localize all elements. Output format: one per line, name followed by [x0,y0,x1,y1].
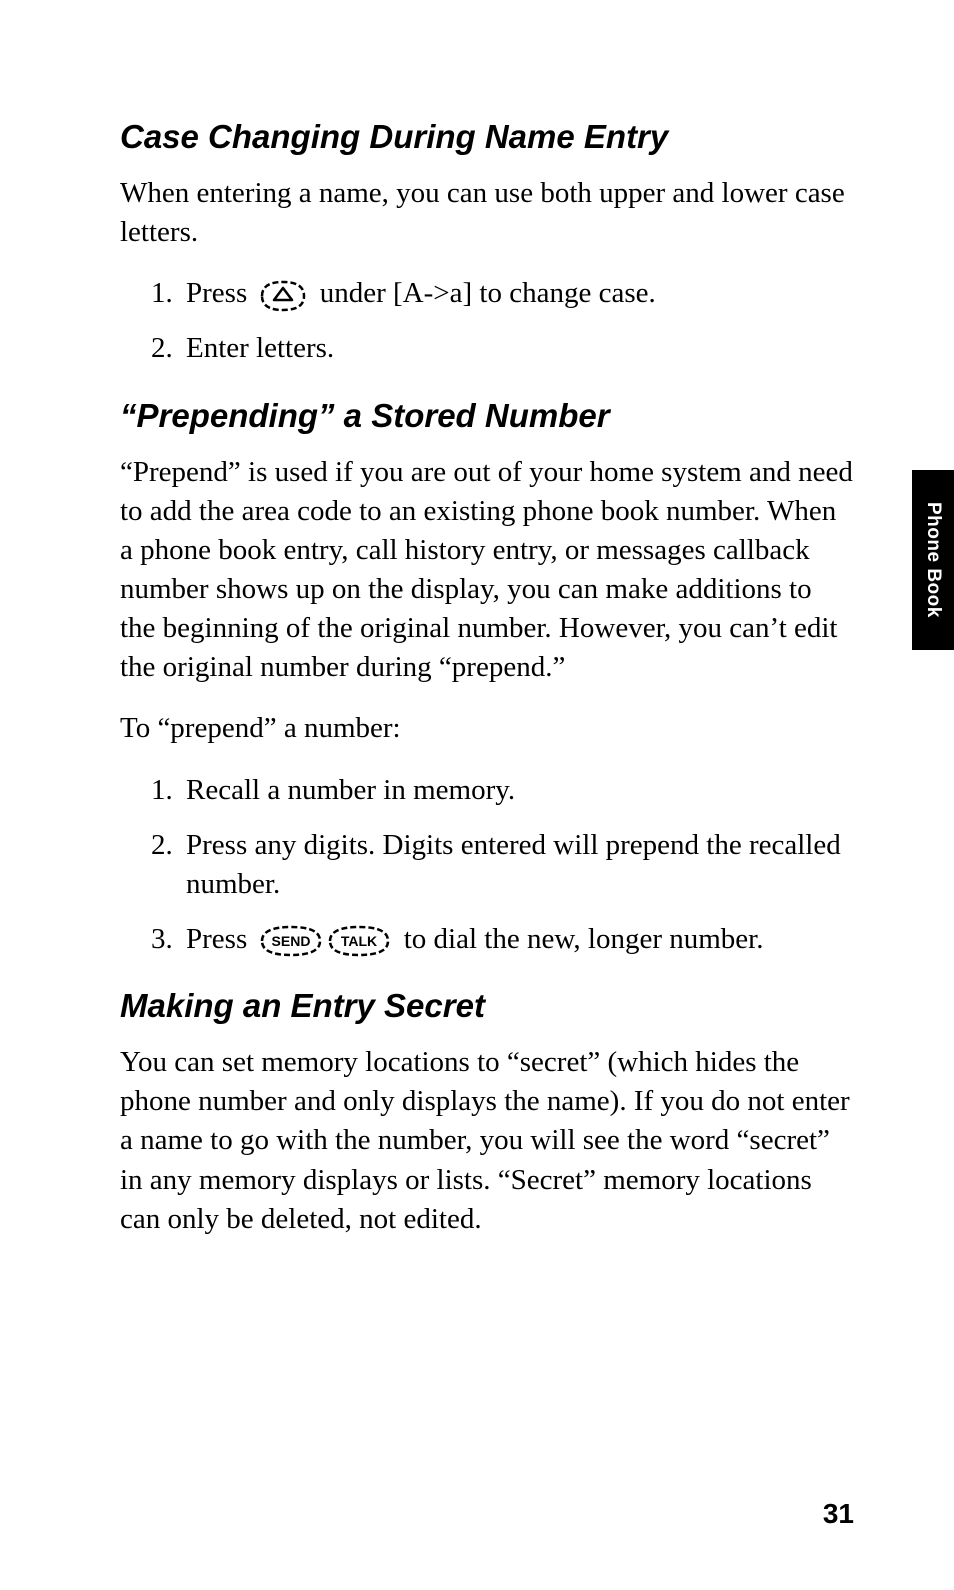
step-text: Press [186,923,247,955]
list-prepend-steps: Recall a number in memory. Press any dig… [120,771,854,960]
para-secret-explain: You can set memory locations to “secret”… [120,1043,854,1239]
svg-text:SEND: SEND [272,933,311,949]
para-prepend-explain: “Prepend” is used if you are out of your… [120,453,854,688]
step-text: under [A->a] to change case. [320,277,656,309]
list-item: Press under [A->a] to change case. [180,274,854,313]
list-item: Press any digits. Digits entered will pr… [180,826,854,904]
side-tab-phone-book: Phone Book [912,470,954,650]
heading-secret-entry: Making an Entry Secret [120,987,854,1025]
up-arrow-key-icon [258,280,308,312]
heading-case-changing: Case Changing During Name Entry [120,118,854,156]
talk-key-icon: TALK [326,924,392,958]
heading-prepending: “Prepending” a Stored Number [120,397,854,435]
manual-page: Case Changing During Name Entry When ent… [0,0,954,1590]
page-number: 31 [823,1498,854,1530]
para-prepend-lead: To “prepend” a number: [120,709,854,748]
svg-text:TALK: TALK [341,933,377,949]
list-item: Press SEND TALK to dial the new, longer … [180,920,854,959]
list-item: Recall a number in memory. [180,771,854,810]
send-key-icon: SEND [258,924,324,958]
list-item: Enter letters. [180,329,854,368]
para-case-intro: When entering a name, you can use both u… [120,174,854,252]
step-text: to dial the new, longer number. [404,923,764,955]
step-text: Press [186,277,247,309]
list-case-steps: Press under [A->a] to change case. Enter… [120,274,854,368]
